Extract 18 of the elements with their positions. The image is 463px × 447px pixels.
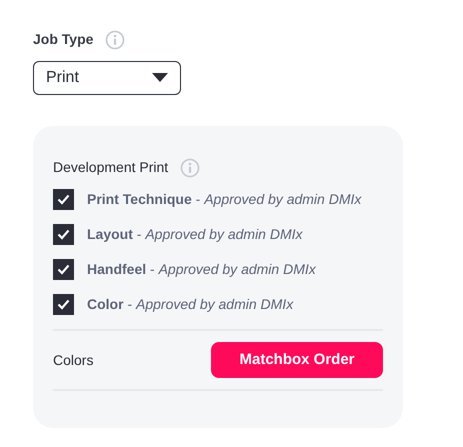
check-icon <box>57 299 70 310</box>
job-type-select[interactable]: Print <box>33 61 181 95</box>
field-label: Job Type <box>33 30 94 49</box>
checkbox[interactable] <box>53 259 74 280</box>
checkbox-label: Layout - Approved by admin DMIx <box>87 225 303 244</box>
checkbox[interactable] <box>53 189 74 210</box>
check-icon <box>57 194 70 205</box>
caret-icon <box>152 73 168 83</box>
matchbox-order-button[interactable]: Matchbox Order <box>211 342 383 378</box>
checkbox-label: Handfeel - Approved by admin DMIx <box>87 260 316 279</box>
check-icon <box>57 229 70 240</box>
section-title: Development Print <box>53 158 168 177</box>
checkbox[interactable] <box>53 224 74 245</box>
checkbox-label: Color - Approved by admin DMIx <box>87 295 294 314</box>
check-icon <box>57 264 70 275</box>
checkbox-label: Print Technique - Approved by admin DMIx <box>87 190 362 209</box>
checkbox[interactable] <box>53 294 74 315</box>
colors-label: Colors <box>53 350 94 370</box>
